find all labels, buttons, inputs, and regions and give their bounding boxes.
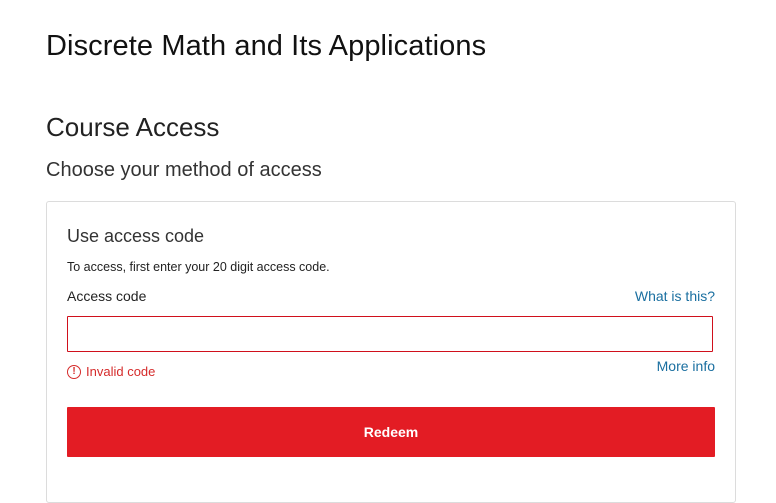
redeem-button[interactable]: Redeem [67,407,715,457]
access-code-card: Use access code To access, first enter y… [46,201,736,503]
card-description: To access, first enter your 20 digit acc… [67,260,330,274]
alert-circle-icon: ! [67,364,81,379]
course-title: Discrete Math and Its Applications [46,30,487,62]
card-title: Use access code [67,226,205,246]
access-method-subtitle: Choose your method of access [46,159,322,181]
error-message: ! Invalid code [67,364,155,379]
what-is-this-link[interactable]: What is this? [635,288,715,304]
access-code-input[interactable] [67,316,713,352]
error-text: Invalid code [86,364,156,379]
access-code-label: Access code [67,288,147,304]
section-title: Course Access [46,112,220,142]
more-info-link[interactable]: More info [657,358,715,374]
